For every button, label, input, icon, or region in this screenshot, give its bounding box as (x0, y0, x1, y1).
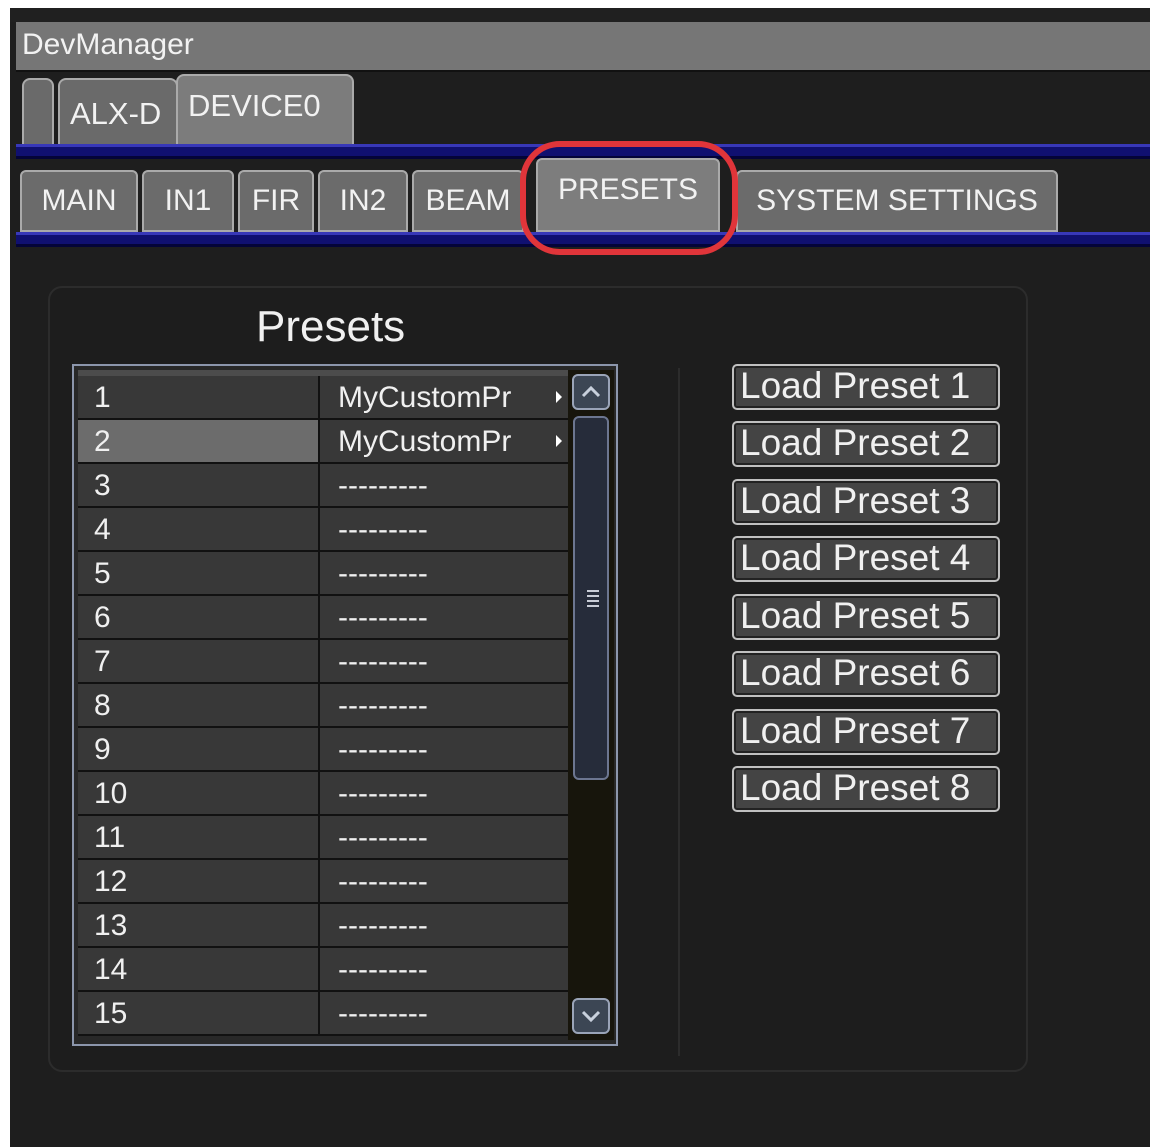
preset-row-13[interactable]: 13 --------- (78, 904, 568, 948)
preset-row-9[interactable]: 9 --------- (78, 728, 568, 772)
preset-name: --------- (338, 953, 428, 986)
grip-line (587, 595, 599, 597)
preset-name: --------- (338, 733, 428, 766)
preset-number: 4 (78, 508, 320, 550)
preset-name: --------- (338, 997, 428, 1030)
chevron-up-icon (581, 385, 601, 398)
preset-name: --------- (338, 645, 428, 678)
devmanager-window: DevManager ALX-D DEVICE0 MAIN IN1 FIR IN… (10, 8, 1150, 1147)
preset-name-cell: MyCustomPr (322, 420, 568, 462)
preset-row-15[interactable]: 15 --------- (78, 992, 568, 1036)
tab-fir[interactable]: FIR (238, 170, 314, 232)
preset-name: --------- (338, 821, 428, 854)
tab-in1[interactable]: IN1 (142, 170, 234, 232)
tab-beam[interactable]: BEAM (412, 170, 524, 232)
overflow-arrow-icon (556, 435, 562, 447)
preset-number: 3 (78, 464, 320, 506)
preset-number: 10 (78, 772, 320, 814)
preset-number: 2 (78, 420, 320, 462)
device-tab-blank[interactable] (22, 78, 54, 144)
grip-line (587, 600, 599, 602)
load-preset-8-button[interactable]: Load Preset 8 (732, 766, 1000, 812)
preset-number: 12 (78, 860, 320, 902)
preset-number: 11 (78, 816, 320, 858)
preset-number: 6 (78, 596, 320, 638)
preset-number: 15 (78, 992, 320, 1034)
preset-name: --------- (338, 865, 428, 898)
preset-number: 14 (78, 948, 320, 990)
preset-number: 5 (78, 552, 320, 594)
preset-name: --------- (338, 689, 428, 722)
preset-name: --------- (338, 557, 428, 590)
preset-row-1[interactable]: 1 MyCustomPr (78, 376, 568, 420)
preset-name: MyCustomPr (338, 381, 512, 414)
overflow-arrow-icon (556, 391, 562, 403)
grip-line (587, 605, 599, 607)
preset-number: 13 (78, 904, 320, 946)
preset-number: 1 (78, 376, 320, 418)
device-tab-alx-d[interactable]: ALX-D (58, 78, 178, 144)
load-preset-6-button[interactable]: Load Preset 6 (732, 651, 1000, 697)
device-tab-device0[interactable]: DEVICE0 (176, 74, 354, 144)
load-preset-4-button[interactable]: Load Preset 4 (732, 536, 1000, 582)
panel-divider (678, 368, 680, 1056)
scroll-thumb[interactable] (573, 416, 609, 780)
preset-number: 8 (78, 684, 320, 726)
preset-name-cell: MyCustomPr (322, 376, 568, 418)
preset-row-7[interactable]: 7 --------- (78, 640, 568, 684)
load-preset-1-button[interactable]: Load Preset 1 (732, 364, 1000, 410)
tab-in2[interactable]: IN2 (318, 170, 408, 232)
preset-name: --------- (338, 909, 428, 942)
preset-name: --------- (338, 513, 428, 546)
preset-row-14[interactable]: 14 --------- (78, 948, 568, 992)
presets-title: Presets (256, 302, 406, 351)
preset-row-4[interactable]: 4 --------- (78, 508, 568, 552)
load-preset-3-button[interactable]: Load Preset 3 (732, 479, 1000, 525)
presets-table: 1 MyCustomPr 2 MyCustomPr 3 --------- 4 … (72, 364, 618, 1046)
preset-number: 7 (78, 640, 320, 682)
scroll-up-button[interactable] (572, 374, 610, 410)
title-bar: DevManager (16, 22, 1150, 72)
device-tab-bar: ALX-D DEVICE0 (16, 72, 1150, 144)
preset-row-2[interactable]: 2 MyCustomPr (78, 420, 568, 464)
preset-name: --------- (338, 469, 428, 502)
load-preset-2-button[interactable]: Load Preset 2 (732, 421, 1000, 467)
preset-number: 9 (78, 728, 320, 770)
top-strip (10, 8, 1150, 22)
table-scrollbar[interactable] (568, 370, 614, 1040)
window-title: DevManager (22, 28, 194, 61)
preset-row-12[interactable]: 12 --------- (78, 860, 568, 904)
grip-line (587, 590, 599, 592)
tab-main[interactable]: MAIN (20, 170, 138, 232)
chevron-down-icon (581, 1010, 601, 1023)
load-preset-5-button[interactable]: Load Preset 5 (732, 594, 1000, 640)
preset-name: MyCustomPr (338, 425, 512, 458)
load-preset-7-button[interactable]: Load Preset 7 (732, 709, 1000, 755)
preset-row-10[interactable]: 10 --------- (78, 772, 568, 816)
preset-row-11[interactable]: 11 --------- (78, 816, 568, 860)
presets-tab-highlight-circle (520, 141, 738, 255)
preset-name: --------- (338, 601, 428, 634)
preset-row-5[interactable]: 5 --------- (78, 552, 568, 596)
tab-system-settings[interactable]: SYSTEM SETTINGS (736, 170, 1058, 232)
preset-row-8[interactable]: 8 --------- (78, 684, 568, 728)
preset-name: --------- (338, 777, 428, 810)
preset-row-6[interactable]: 6 --------- (78, 596, 568, 640)
preset-row-3[interactable]: 3 --------- (78, 464, 568, 508)
scroll-down-button[interactable] (572, 998, 610, 1034)
